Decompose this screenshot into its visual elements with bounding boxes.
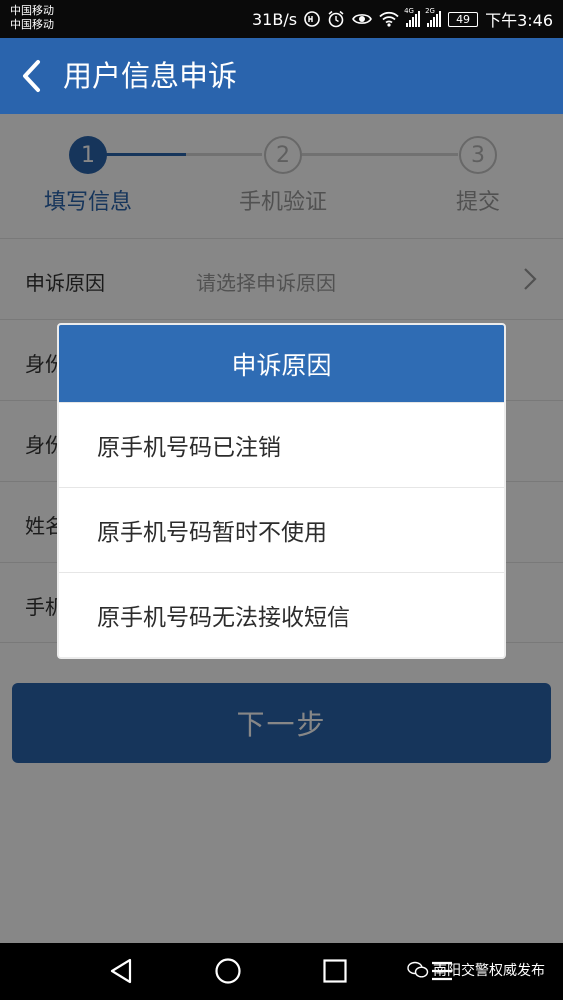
reason-option-unused[interactable]: 原手机号码暂时不使用 [59,487,504,572]
reason-dialog: 申诉原因 原手机号码已注销 原手机号码暂时不使用 原手机号码无法接收短信 [57,323,506,659]
watermark: 南阳交警权威发布 [407,960,545,980]
battery-level: 49 [456,12,471,26]
hd-icon [304,11,320,27]
signal-icon: 4G [404,7,421,27]
network-type-1: 4G [404,7,414,15]
system-nav-bar: 南阳交警权威发布 [0,943,563,1000]
network-speed: 31B/s [252,9,298,29]
reason-option-cancelled[interactable]: 原手机号码已注销 [59,402,504,487]
carrier-label-2: 中国移动 [10,18,54,31]
carrier-info: 中国移动 中国移动 [10,4,54,32]
signal-icon: 2G [425,7,442,27]
eye-icon [352,14,372,24]
watermark-text: 南阳交警权威发布 [433,963,545,979]
status-icons: 31B/s 4G 2G 49 下午3:46 [252,0,553,38]
recents-square-icon[interactable] [321,957,349,985]
status-bar: 中国移动 中国移动 31B/s 4G 2G 49 下午3:46 [0,0,563,38]
chevron-left-icon[interactable] [18,58,48,94]
network-type-2: 2G [425,7,435,15]
wifi-icon [379,11,399,27]
page-title: 用户信息申诉 [63,59,238,93]
carrier-label-1: 中国移动 [10,4,54,17]
alarm-icon [328,10,344,28]
back-triangle-icon[interactable] [108,957,136,985]
reason-option-no-sms[interactable]: 原手机号码无法接收短信 [59,572,504,657]
home-circle-icon[interactable] [214,957,242,985]
dialog-title: 申诉原因 [59,325,504,402]
clock: 下午3:46 [485,11,553,30]
title-bar: 用户信息申诉 [0,38,563,114]
wechat-icon [407,961,429,978]
battery-icon: 49 [448,11,479,27]
